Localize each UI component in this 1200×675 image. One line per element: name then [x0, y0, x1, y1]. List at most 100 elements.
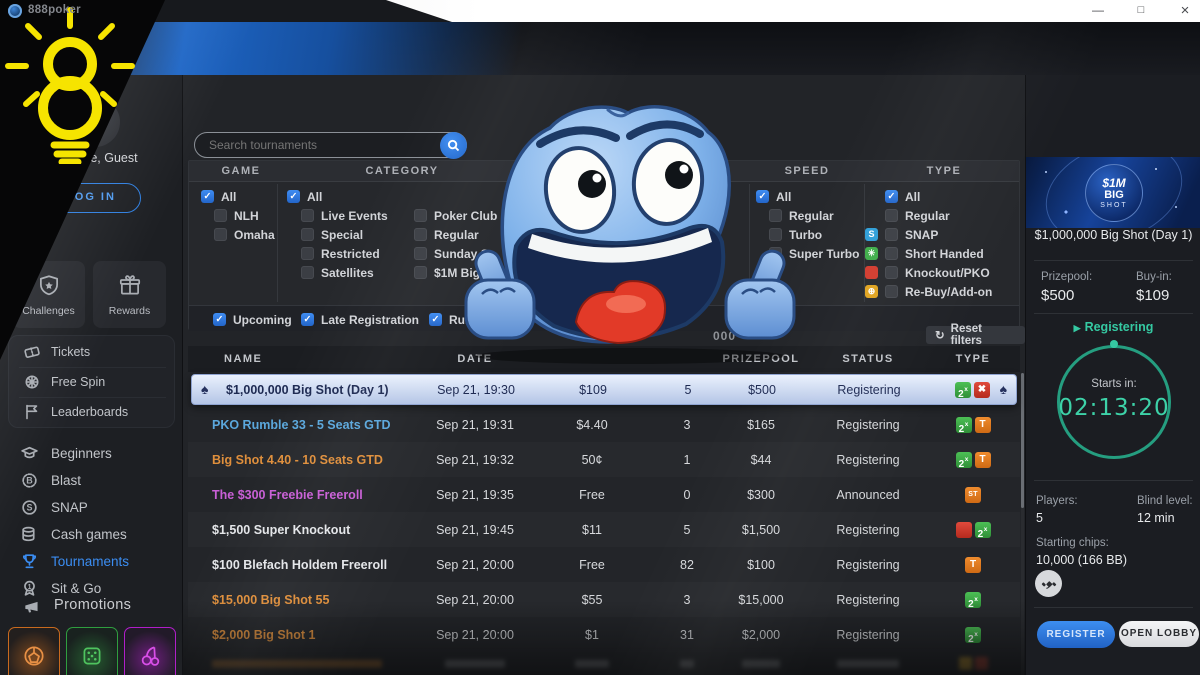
tournament-row[interactable]: $2,000 Big Shot 1Sep 21, 20:00$131$2,000… — [188, 617, 1020, 652]
filter-option-special[interactable]: Special — [301, 225, 388, 244]
close-button[interactable]: × — [1170, 0, 1200, 22]
tournament-prizepool: $500 — [713, 383, 811, 397]
table-scrollbar[interactable] — [1021, 373, 1024, 675]
filter-option-satellites[interactable]: Satellites — [301, 263, 388, 282]
reset-icon: ↻ — [935, 328, 945, 342]
buyin-value: $109 — [1136, 287, 1169, 304]
checkbox-nlh[interactable] — [214, 209, 227, 222]
filter-option-re-buy-add-on[interactable]: ⊕Re-Buy/Add-on — [865, 282, 992, 301]
sidebar-item-cash-games[interactable]: Cash games — [0, 521, 183, 548]
badge-sup: x — [974, 596, 978, 603]
2x-badge-icon: 2x — [956, 417, 972, 433]
tournament-row[interactable]: $1,500 Super KnockoutSep 21, 19:45$115$1… — [188, 512, 1020, 547]
sidebar-item-blast[interactable]: B Blast — [0, 467, 183, 494]
slots-promo-tile[interactable] — [124, 627, 176, 675]
tournament-type-badges: 2x — [926, 522, 1020, 538]
tournament-buyin: $55 — [522, 593, 662, 607]
category-filter-col1: Live EventsSpecialRestrictedSatellites — [301, 206, 388, 282]
prizepool-label: Prizepool: — [1041, 271, 1092, 283]
tournament-row[interactable]: $1,000,000 Big Shot (Day 1)♠Sep 21, 19:3… — [191, 374, 1017, 405]
checkbox-short-handed[interactable] — [885, 247, 898, 260]
shield-star-icon — [36, 273, 62, 299]
challenges-card[interactable]: Challenges — [12, 261, 85, 328]
sidebar-item-leaderboards[interactable]: Leaderboards — [9, 397, 176, 427]
filter-option-nlh[interactable]: NLH — [214, 206, 275, 225]
filter-option-all[interactable]: All — [201, 187, 275, 206]
checkbox-sunday-sa[interactable] — [414, 247, 427, 260]
filter-option-all[interactable]: All — [865, 187, 992, 206]
filter-option-label: Re-Buy/Add-on — [905, 285, 992, 299]
sidebar-item-promotions[interactable]: Promotions — [0, 595, 183, 615]
sidebar-item-tickets[interactable]: Tickets — [9, 337, 176, 367]
reset-filters-button[interactable]: ↻ Reset filters — [926, 326, 1025, 344]
checkbox-regular[interactable] — [414, 228, 427, 241]
filter-option-omaha[interactable]: Omaha — [214, 225, 275, 244]
col-header-name[interactable]: NAME — [188, 353, 428, 365]
t-badge-icon: T — [975, 417, 991, 433]
minimize-button[interactable]: — — [1083, 0, 1113, 22]
maximize-button[interactable]: □ — [1126, 0, 1156, 22]
checkbox-re-buy-add-on[interactable] — [885, 285, 898, 298]
checkbox-poker-club[interactable] — [414, 209, 427, 222]
sidebar-login-button[interactable]: LOG IN — [41, 183, 141, 213]
checkbox-omaha[interactable] — [214, 228, 227, 241]
tournament-row[interactable]: $100 Blefach Holdem FreerollSep 21, 20:0… — [188, 547, 1020, 582]
sidebar-item-snap[interactable]: S SNAP — [0, 494, 183, 521]
checkbox-regular[interactable] — [885, 209, 898, 222]
checkbox-all[interactable] — [885, 190, 898, 203]
tournament-status: Registering — [811, 383, 927, 397]
register-button[interactable]: REGISTER — [1037, 621, 1115, 648]
svg-text:S: S — [27, 503, 33, 513]
tournament-name: The $300 Freebie Freeroll — [188, 488, 428, 502]
checkbox-snap[interactable] — [885, 228, 898, 241]
checkbox-restricted[interactable] — [301, 247, 314, 260]
filter-option-restricted[interactable]: Restricted — [301, 244, 388, 263]
checkbox-live-events[interactable] — [301, 209, 314, 222]
col-header-type[interactable]: TYPE — [926, 353, 1020, 365]
badge-sup: x — [964, 386, 968, 393]
checkbox-upcoming[interactable] — [213, 313, 226, 326]
filter-option-label: Regular — [905, 209, 950, 223]
col-header-status[interactable]: STATUS — [810, 353, 926, 365]
filter-option-snap[interactable]: SSNAP — [865, 225, 992, 244]
filter-option-knockout-pko[interactable]: Knockout/PKO — [865, 263, 992, 282]
tournament-prizepool: $165 — [712, 418, 810, 432]
tournament-row[interactable]: Big Shot 4.40 - 10 Seats GTDSep 21, 19:3… — [188, 442, 1020, 477]
filter-option-short-handed[interactable]: ✳Short Handed — [865, 244, 992, 263]
checkbox-runni[interactable] — [429, 313, 442, 326]
sidebar-item-tournaments[interactable]: Tournaments — [0, 548, 183, 575]
checkbox-1m-big-sho[interactable] — [414, 266, 427, 279]
filter-option-all[interactable]: All — [287, 187, 322, 206]
checkbox-satellites[interactable] — [301, 266, 314, 279]
scrollbar-thumb[interactable] — [1021, 373, 1024, 508]
checkbox-late-registration[interactable] — [301, 313, 314, 326]
t-badge-icon: T — [965, 557, 981, 573]
filter-option-late-registration[interactable]: Late Registration — [301, 310, 419, 329]
badge-sup: x — [965, 456, 969, 463]
t-badge-icon: T — [975, 452, 991, 468]
sport-promo-tile[interactable] — [8, 627, 60, 675]
flag-icon — [23, 403, 41, 421]
checkbox-all[interactable] — [201, 190, 214, 203]
promotions-label: Promotions — [54, 597, 131, 613]
checkbox-all[interactable] — [287, 190, 300, 203]
filter-option-regular[interactable]: Regular — [865, 206, 992, 225]
rewards-card[interactable]: Rewards — [93, 261, 166, 328]
sidebar-item-free-spin[interactable]: Free Spin — [9, 367, 176, 397]
tournament-row[interactable]: The $300 Freebie FreerollSep 21, 19:35Fr… — [188, 477, 1020, 512]
checkbox-special[interactable] — [301, 228, 314, 241]
checkbox-knockout-pko[interactable] — [885, 266, 898, 279]
open-lobby-button[interactable]: OPEN LOBBY — [1119, 621, 1199, 647]
search-input[interactable] — [195, 138, 466, 152]
tournament-row[interactable]: PKO Rumble 33 - 5 Seats GTDSep 21, 19:31… — [188, 407, 1020, 442]
window-title: 888poker — [28, 4, 81, 16]
tournament-status: Registering — [810, 593, 926, 607]
tournament-name: $2,000 Big Shot 1 — [188, 628, 428, 642]
tournament-row[interactable]: $15,000 Big Shot 55Sep 21, 20:00$553$15,… — [188, 582, 1020, 617]
casino-promo-tile[interactable] — [66, 627, 118, 675]
sidebar-item-beginners[interactable]: Beginners — [0, 440, 183, 467]
filter-option-live-events[interactable]: Live Events — [301, 206, 388, 225]
spade-icon: ♠ — [201, 381, 208, 397]
filter-option-upcoming[interactable]: Upcoming — [213, 310, 292, 329]
filter-option-label: Short Handed — [905, 247, 984, 261]
